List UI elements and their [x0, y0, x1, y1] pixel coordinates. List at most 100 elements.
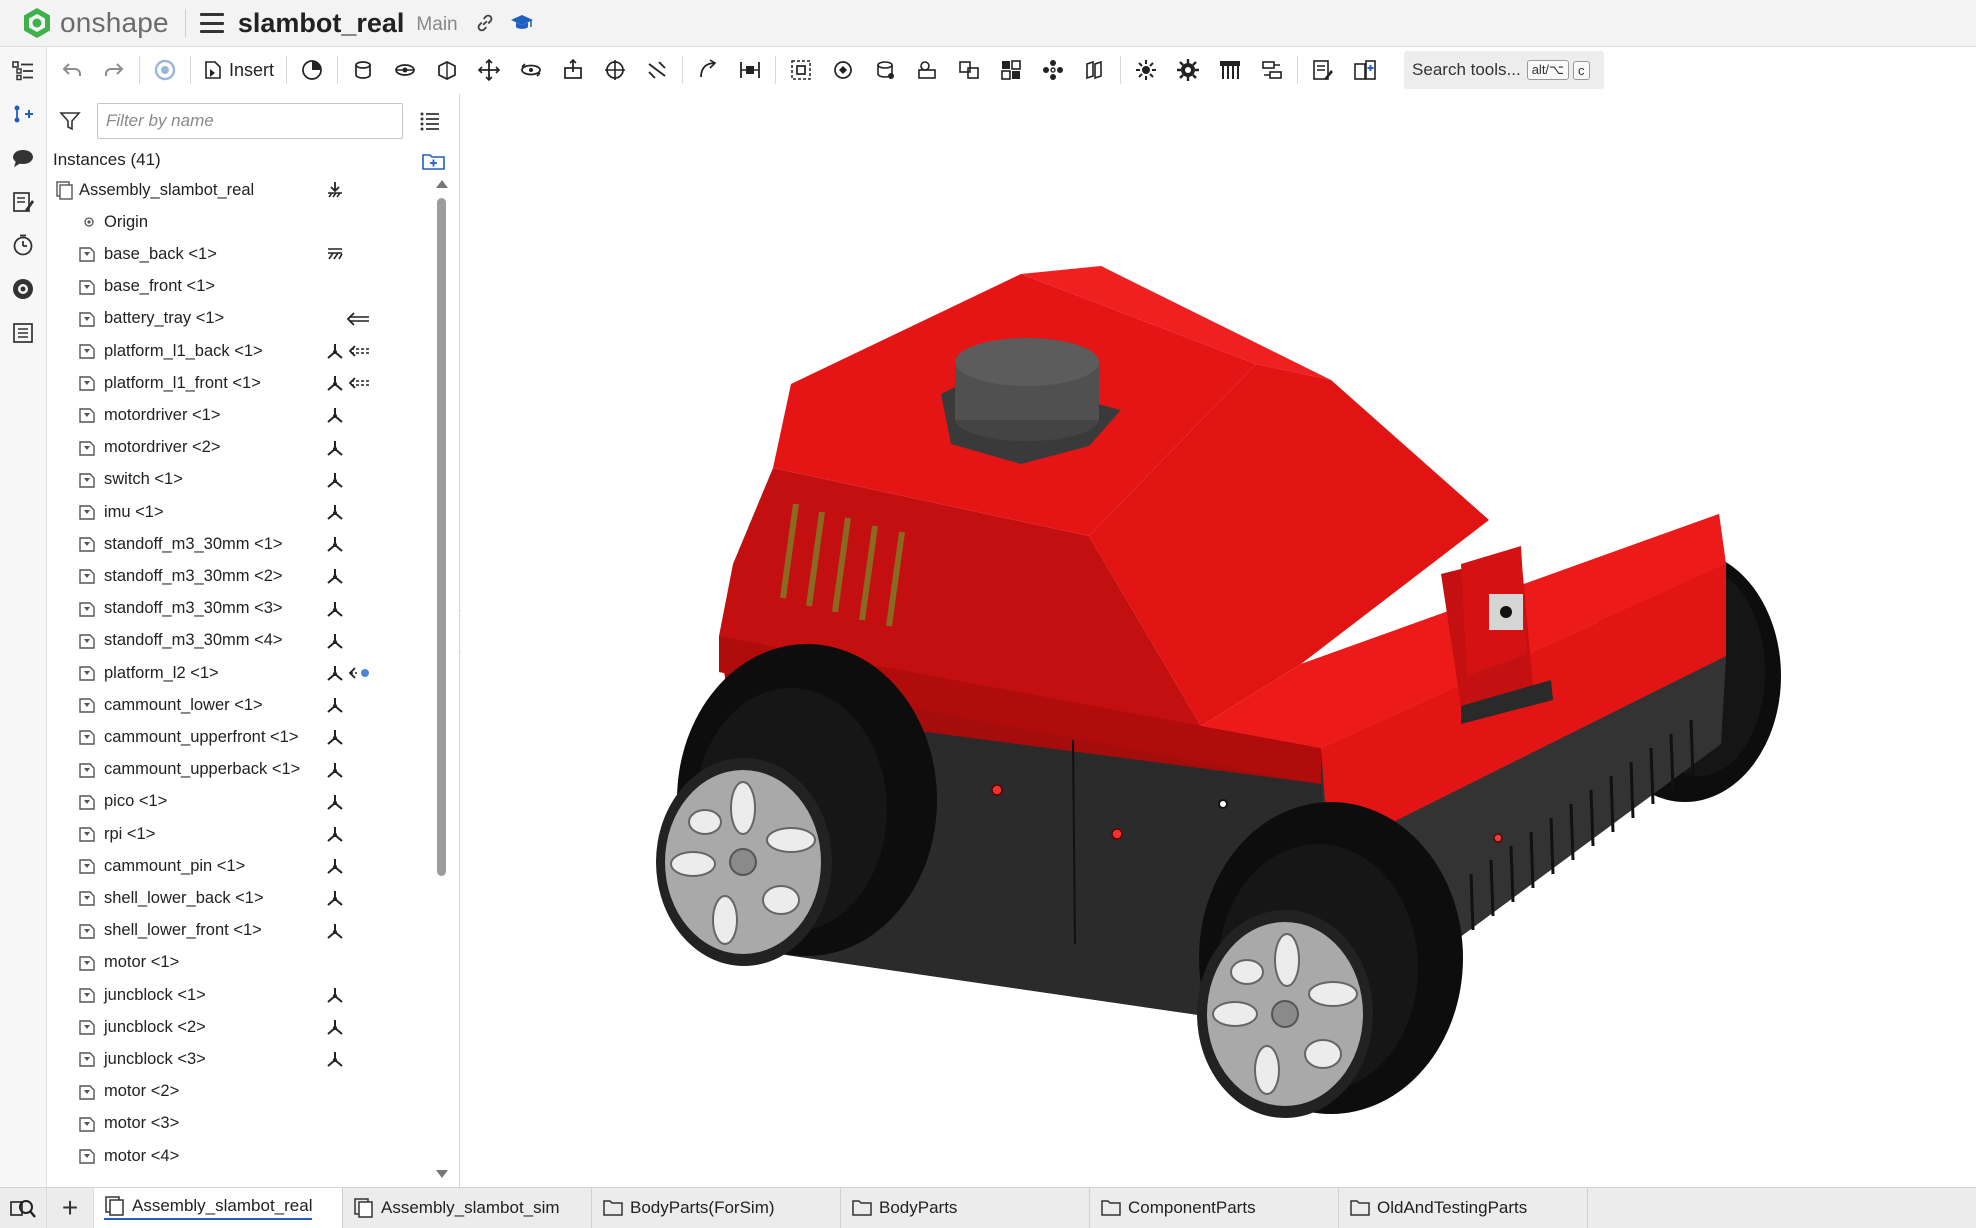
instance-row[interactable]: motordriver <1>: [47, 399, 427, 431]
insert-button[interactable]: Insert: [195, 53, 282, 87]
mate-connector-icon[interactable]: [325, 856, 345, 876]
education-cap-icon[interactable]: [510, 12, 534, 34]
instance-row[interactable]: motor <1>: [47, 947, 427, 979]
pin-slot-mate-icon[interactable]: [556, 53, 590, 87]
hamburger-menu-icon[interactable]: [199, 13, 224, 33]
instance-row[interactable]: cammount_upperback <1>: [47, 754, 427, 786]
instance-row[interactable]: battery_tray <1>: [47, 303, 427, 335]
mates-add-icon[interactable]: [8, 99, 38, 129]
mate-connector-icon[interactable]: [325, 727, 345, 747]
mate-connector-icon[interactable]: [325, 985, 345, 1005]
instance-row[interactable]: platform_l1_front <1>: [47, 367, 427, 399]
document-tab[interactable]: ComponentParts: [1090, 1188, 1339, 1228]
new-folder-icon[interactable]: [421, 150, 447, 172]
instance-row[interactable]: platform_l2 <1>: [47, 657, 427, 689]
document-tab[interactable]: OldAndTestingParts: [1339, 1188, 1588, 1228]
scroll-down-arrow-icon[interactable]: [436, 1170, 448, 1178]
ball-mate-icon[interactable]: [598, 53, 632, 87]
document-tab[interactable]: BodyParts(ForSim): [592, 1188, 841, 1228]
mate-relation-icon[interactable]: [826, 53, 860, 87]
insert-part-studio-icon[interactable]: [1348, 53, 1382, 87]
scroll-up-arrow-icon[interactable]: [436, 180, 448, 188]
mate-connector-icon[interactable]: [325, 566, 345, 586]
linear-pattern-icon[interactable]: [994, 53, 1028, 87]
search-tools-button[interactable]: Search tools... alt/⌥ c: [1404, 51, 1605, 89]
mate-connector-icon[interactable]: [325, 1049, 345, 1069]
filter-icon[interactable]: [59, 110, 81, 132]
mate-connector-icon[interactable]: [325, 534, 345, 554]
mate-connector-icon[interactable]: [325, 470, 345, 490]
gear-relation-icon[interactable]: [868, 53, 902, 87]
mate-connector-icon[interactable]: [325, 341, 345, 361]
slider-mate-icon[interactable]: [430, 53, 464, 87]
mate-connector-icon[interactable]: [325, 599, 345, 619]
instance-row[interactable]: Origin: [47, 206, 427, 238]
mate-connector-icon[interactable]: [325, 438, 345, 458]
parallel-mate-icon[interactable]: [640, 53, 674, 87]
document-tab[interactable]: BodyParts: [841, 1188, 1090, 1228]
instance-row[interactable]: shell_lower_front <1>: [47, 915, 427, 947]
instance-row[interactable]: base_front <1>: [47, 271, 427, 303]
configure-icon[interactable]: [1255, 53, 1289, 87]
instance-row[interactable]: switch <1>: [47, 464, 427, 496]
regenerate-icon[interactable]: [148, 53, 182, 87]
instance-row[interactable]: standoff_m3_30mm <1>: [47, 528, 427, 560]
instance-row[interactable]: pico <1>: [47, 786, 427, 818]
instance-row[interactable]: base_back <1>: [47, 238, 427, 270]
document-title[interactable]: slambot_real: [238, 8, 405, 39]
replicate-icon[interactable]: [1078, 53, 1112, 87]
appearance-icon[interactable]: [8, 274, 38, 304]
onshape-logo[interactable]: onshape: [20, 0, 169, 46]
fix-icon[interactable]: [325, 180, 345, 200]
rack-pinion-icon[interactable]: [910, 53, 944, 87]
revolute-mate-icon[interactable]: [388, 53, 422, 87]
width-mate-icon[interactable]: [733, 53, 767, 87]
mate-connector-icon[interactable]: [325, 373, 345, 393]
instance-row[interactable]: cammount_lower <1>: [47, 689, 427, 721]
fasteners-icon[interactable]: [1213, 53, 1247, 87]
instance-row[interactable]: motor <3>: [47, 1108, 427, 1140]
instance-row[interactable]: standoff_m3_30mm <3>: [47, 593, 427, 625]
graphics-viewport[interactable]: [461, 94, 1976, 1187]
mate-connector-icon[interactable]: [325, 502, 345, 522]
notes-icon[interactable]: [8, 187, 38, 217]
group-icon[interactable]: [784, 53, 818, 87]
mate-connector-icon[interactable]: [325, 405, 345, 425]
mate-connector-icon[interactable]: [325, 792, 345, 812]
instance-row[interactable]: motor <2>: [47, 1076, 427, 1108]
instance-row[interactable]: motordriver <2>: [47, 432, 427, 464]
bill-of-materials-icon[interactable]: [8, 318, 38, 348]
mate-connector-icon[interactable]: [325, 695, 345, 715]
branch-name[interactable]: Main: [416, 14, 457, 36]
instance-row[interactable]: Assembly_slambot_real: [47, 174, 427, 206]
add-tab-button[interactable]: +: [46, 1188, 94, 1228]
instance-row[interactable]: rpi <1>: [47, 818, 427, 850]
cylindrical-mate-icon[interactable]: [514, 53, 548, 87]
instance-row[interactable]: juncblock <2>: [47, 1011, 427, 1043]
robot-3d-model[interactable]: [461, 94, 1976, 1187]
instance-row[interactable]: juncblock <3>: [47, 1043, 427, 1075]
mate-connector-icon[interactable]: [325, 921, 345, 941]
arrow-dot-link-icon[interactable]: [347, 663, 373, 683]
list-view-icon[interactable]: [419, 110, 441, 132]
circular-pattern-icon[interactable]: [1036, 53, 1070, 87]
search-tabs-icon[interactable]: [0, 1188, 46, 1228]
explode-icon[interactable]: [1129, 53, 1163, 87]
mate-connector-icon[interactable]: [325, 824, 345, 844]
mate-connector-icon[interactable]: [325, 631, 345, 651]
undo-icon[interactable]: [55, 53, 89, 87]
mate-connector-icon[interactable]: [325, 760, 345, 780]
instance-row[interactable]: standoff_m3_30mm <2>: [47, 560, 427, 592]
gear-settings-icon[interactable]: [1171, 53, 1205, 87]
instance-row[interactable]: cammount_pin <1>: [47, 850, 427, 882]
comments-icon[interactable]: [8, 143, 38, 173]
instance-row[interactable]: juncblock <1>: [47, 979, 427, 1011]
mate-connector-icon[interactable]: [325, 888, 345, 908]
panel-scrollbar[interactable]: [435, 180, 449, 1180]
arrow-link-icon[interactable]: [345, 309, 371, 329]
mate-connector-icon[interactable]: [325, 1017, 345, 1037]
redo-icon[interactable]: [97, 53, 131, 87]
instance-row[interactable]: shell_lower_back <1>: [47, 882, 427, 914]
mate-connector-icon[interactable]: [325, 663, 345, 683]
instance-row[interactable]: imu <1>: [47, 496, 427, 528]
